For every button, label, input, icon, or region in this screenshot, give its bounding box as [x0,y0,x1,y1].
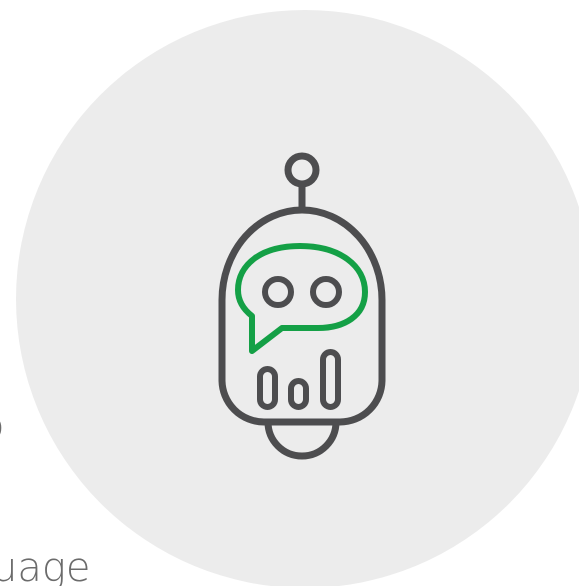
bar-tiny-icon [288,378,309,410]
illustration-panel: o uage [0,0,579,586]
chatbot-robot-icon [218,152,386,460]
speech-bubble-icon [235,243,368,354]
robot-base-icon [264,418,340,460]
left-eye-icon [262,276,294,308]
bar-small-icon [257,366,278,410]
antenna-ball-icon [284,152,320,188]
bar-tall-icon [320,349,341,410]
right-eye-icon [310,276,342,308]
